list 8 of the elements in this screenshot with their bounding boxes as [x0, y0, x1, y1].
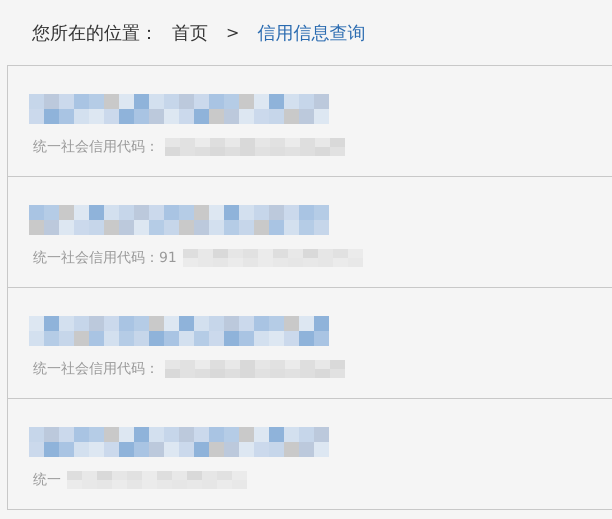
breadcrumb-separator: > — [226, 23, 240, 42]
credit-code-label: 统一社会信用代码：91 — [33, 249, 177, 267]
breadcrumb-link[interactable]: 首页 — [172, 20, 208, 44]
credit-code-label: 统一 — [33, 471, 61, 489]
breadcrumb-link[interactable]: 信用信息查询 — [257, 20, 366, 44]
breadcrumb-label: 您所在的位置： — [32, 22, 158, 44]
credit-code-label: 统一社会信用代码： — [33, 138, 159, 156]
credit-code-label: 统一社会信用代码： — [33, 360, 159, 378]
